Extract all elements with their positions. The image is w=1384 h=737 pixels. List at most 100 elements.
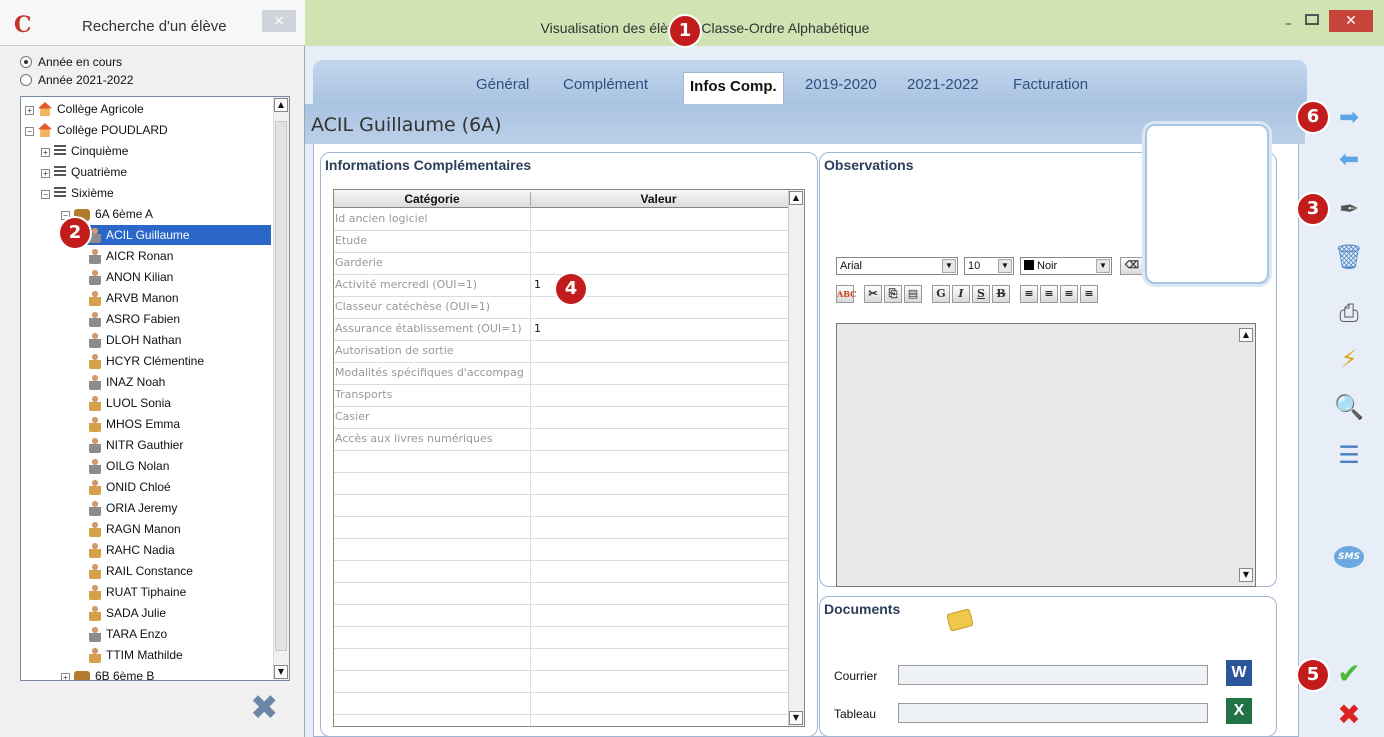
tree-item[interactable]: − Sixième xyxy=(41,183,114,203)
sms-icon[interactable]: SMS xyxy=(1330,540,1368,574)
list-view-icon[interactable]: ☰ xyxy=(1330,438,1368,472)
grid-row[interactable] xyxy=(334,627,790,649)
tree-item[interactable]: MHOS Emma xyxy=(89,414,180,434)
color-select[interactable]: Noir ▼ xyxy=(1020,257,1112,275)
tree-item[interactable]: SADA Julie xyxy=(89,603,166,623)
tree-item[interactable]: ONID Chloé xyxy=(89,477,171,497)
scroll-down-icon[interactable]: ▼ xyxy=(274,665,288,679)
radio-current-year[interactable]: Année en cours xyxy=(20,55,122,69)
grid-row[interactable] xyxy=(334,583,790,605)
tree-item[interactable]: + Cinquième xyxy=(41,141,128,161)
grid-row[interactable]: Garderie xyxy=(334,253,790,275)
tree-item[interactable]: ANON Kilian xyxy=(89,267,173,287)
size-select[interactable]: 10 ▼ xyxy=(964,257,1014,275)
minimize-button[interactable]: – xyxy=(1285,16,1292,32)
grid-row[interactable] xyxy=(334,649,790,671)
chevron-down-icon[interactable]: ▼ xyxy=(998,259,1012,273)
copy-icon[interactable]: ⎘ xyxy=(884,285,902,303)
tree-scrollbar[interactable]: ▲ ▼ xyxy=(273,97,289,680)
align-right-icon[interactable]: ≡ xyxy=(1060,285,1078,303)
align-center-icon[interactable]: ≡ xyxy=(1040,285,1058,303)
info-comp-grid[interactable]: Catégorie Valeur Id ancien logiciel Etude… xyxy=(333,189,805,727)
tree-item[interactable]: ARVB Manon xyxy=(89,288,179,308)
grid-row[interactable] xyxy=(334,451,790,473)
spellcheck-icon[interactable]: ABC xyxy=(836,285,856,303)
grid-row[interactable] xyxy=(334,539,790,561)
align-left-icon[interactable]: ≡ xyxy=(1020,285,1038,303)
tree-item[interactable]: TARA Enzo xyxy=(89,624,167,644)
grid-cell-value[interactable]: 1 xyxy=(534,278,541,291)
tree-item[interactable]: + Quatrième xyxy=(41,162,127,182)
italic-button[interactable]: I xyxy=(952,285,970,303)
edit-pen-icon[interactable]: ✒ xyxy=(1330,192,1368,226)
search-close-button[interactable]: × xyxy=(262,10,296,32)
tab-facturation[interactable]: Facturation xyxy=(1013,76,1088,93)
tree-item[interactable]: RUAT Tiphaine xyxy=(89,582,186,602)
cancel-icon[interactable]: ✖ xyxy=(1330,697,1368,731)
tree-item[interactable]: OILG Nolan xyxy=(89,456,169,476)
scroll-up-icon[interactable]: ▲ xyxy=(1239,328,1253,342)
expand-icon[interactable]: + xyxy=(25,106,34,115)
radio-icon[interactable] xyxy=(20,56,32,68)
next-arrow-icon[interactable]: ➡ xyxy=(1330,100,1368,134)
excel-icon[interactable]: X xyxy=(1226,698,1252,724)
tree-item[interactable]: DLOH Nathan xyxy=(89,330,181,350)
grid-row[interactable] xyxy=(334,517,790,539)
student-photo[interactable] xyxy=(1145,124,1269,284)
tableau-field[interactable] xyxy=(898,703,1208,723)
grid-row[interactable] xyxy=(334,671,790,693)
close-search-icon[interactable]: ✖ xyxy=(250,688,279,728)
radio-icon[interactable] xyxy=(20,74,32,86)
collapse-icon[interactable]: − xyxy=(41,190,50,199)
grid-row[interactable] xyxy=(334,495,790,517)
tree-item[interactable]: TTIM Mathilde xyxy=(89,645,183,665)
radio-year-2021[interactable]: Année 2021-2022 xyxy=(20,73,133,87)
tree-item[interactable]: ORIA Jeremy xyxy=(89,498,177,518)
justify-icon[interactable]: ≡ xyxy=(1080,285,1098,303)
courrier-field[interactable] xyxy=(898,665,1208,685)
tree-item[interactable]: AICR Ronan xyxy=(89,246,173,266)
grid-scrollbar[interactable]: ▲ ▼ xyxy=(788,190,804,726)
tree-item[interactable]: INAZ Noah xyxy=(89,372,165,392)
scroll-thumb[interactable] xyxy=(275,121,287,651)
bold-button[interactable]: G xyxy=(932,285,950,303)
collapse-icon[interactable]: − xyxy=(25,127,34,136)
grid-row[interactable]: Id ancien logiciel xyxy=(334,209,790,231)
grid-row[interactable] xyxy=(334,605,790,627)
scroll-up-icon[interactable]: ▲ xyxy=(789,191,803,205)
grid-row[interactable] xyxy=(334,693,790,715)
grid-row[interactable]: Assurance établissement (OUI=1) 1 xyxy=(334,319,790,341)
col-header-value[interactable]: Valeur xyxy=(530,192,786,206)
tree-item[interactable]: RAIL Constance xyxy=(89,561,193,581)
grid-row[interactable]: Etude xyxy=(334,231,790,253)
export-icon[interactable]: ⚡ xyxy=(1330,342,1368,376)
col-header-category[interactable]: Catégorie xyxy=(334,192,530,206)
prev-arrow-icon[interactable]: ⬅ xyxy=(1330,142,1368,176)
student-tree[interactable]: + Collège Agricole − Collège POUDLARD + Cinqu… xyxy=(20,96,290,681)
scroll-up-icon[interactable]: ▲ xyxy=(274,98,288,112)
chevron-down-icon[interactable]: ▼ xyxy=(942,259,956,273)
expand-icon[interactable]: + xyxy=(61,673,70,680)
tree-item[interactable]: − Collège POUDLARD xyxy=(25,120,168,140)
tree-item[interactable]: ASRO Fabien xyxy=(89,309,180,329)
tab-2021-2022[interactable]: 2021-2022 xyxy=(907,76,979,93)
observations-textarea[interactable]: ▲ ▼ xyxy=(836,323,1256,587)
trash-icon[interactable]: 🗑 xyxy=(1330,240,1368,274)
tree-item[interactable]: LUOL Sonia xyxy=(89,393,171,413)
tab-2019-2020[interactable]: 2019-2020 xyxy=(805,76,877,93)
font-select[interactable]: Arial ▼ xyxy=(836,257,958,275)
zoom-icon[interactable]: 🔍 xyxy=(1330,390,1368,424)
grid-row[interactable]: Transports xyxy=(334,385,790,407)
scroll-down-icon[interactable]: ▼ xyxy=(789,711,803,725)
grid-row[interactable]: Autorisation de sortie xyxy=(334,341,790,363)
expand-icon[interactable]: + xyxy=(41,169,50,178)
tree-item[interactable]: ACIL Guillaume xyxy=(81,225,271,245)
envelope-icon[interactable] xyxy=(946,608,974,632)
tab-general[interactable]: Général xyxy=(476,76,529,93)
underline-button[interactable]: S xyxy=(972,285,990,303)
tree-item[interactable]: HCYR Clémentine xyxy=(89,351,204,371)
grid-row[interactable]: Modalités spécifiques d'accompag xyxy=(334,363,790,385)
tab-infos-comp[interactable]: Infos Comp. xyxy=(683,72,784,104)
cut-icon[interactable]: ✂ xyxy=(864,285,882,303)
tree-item[interactable]: RAGN Manon xyxy=(89,519,181,539)
